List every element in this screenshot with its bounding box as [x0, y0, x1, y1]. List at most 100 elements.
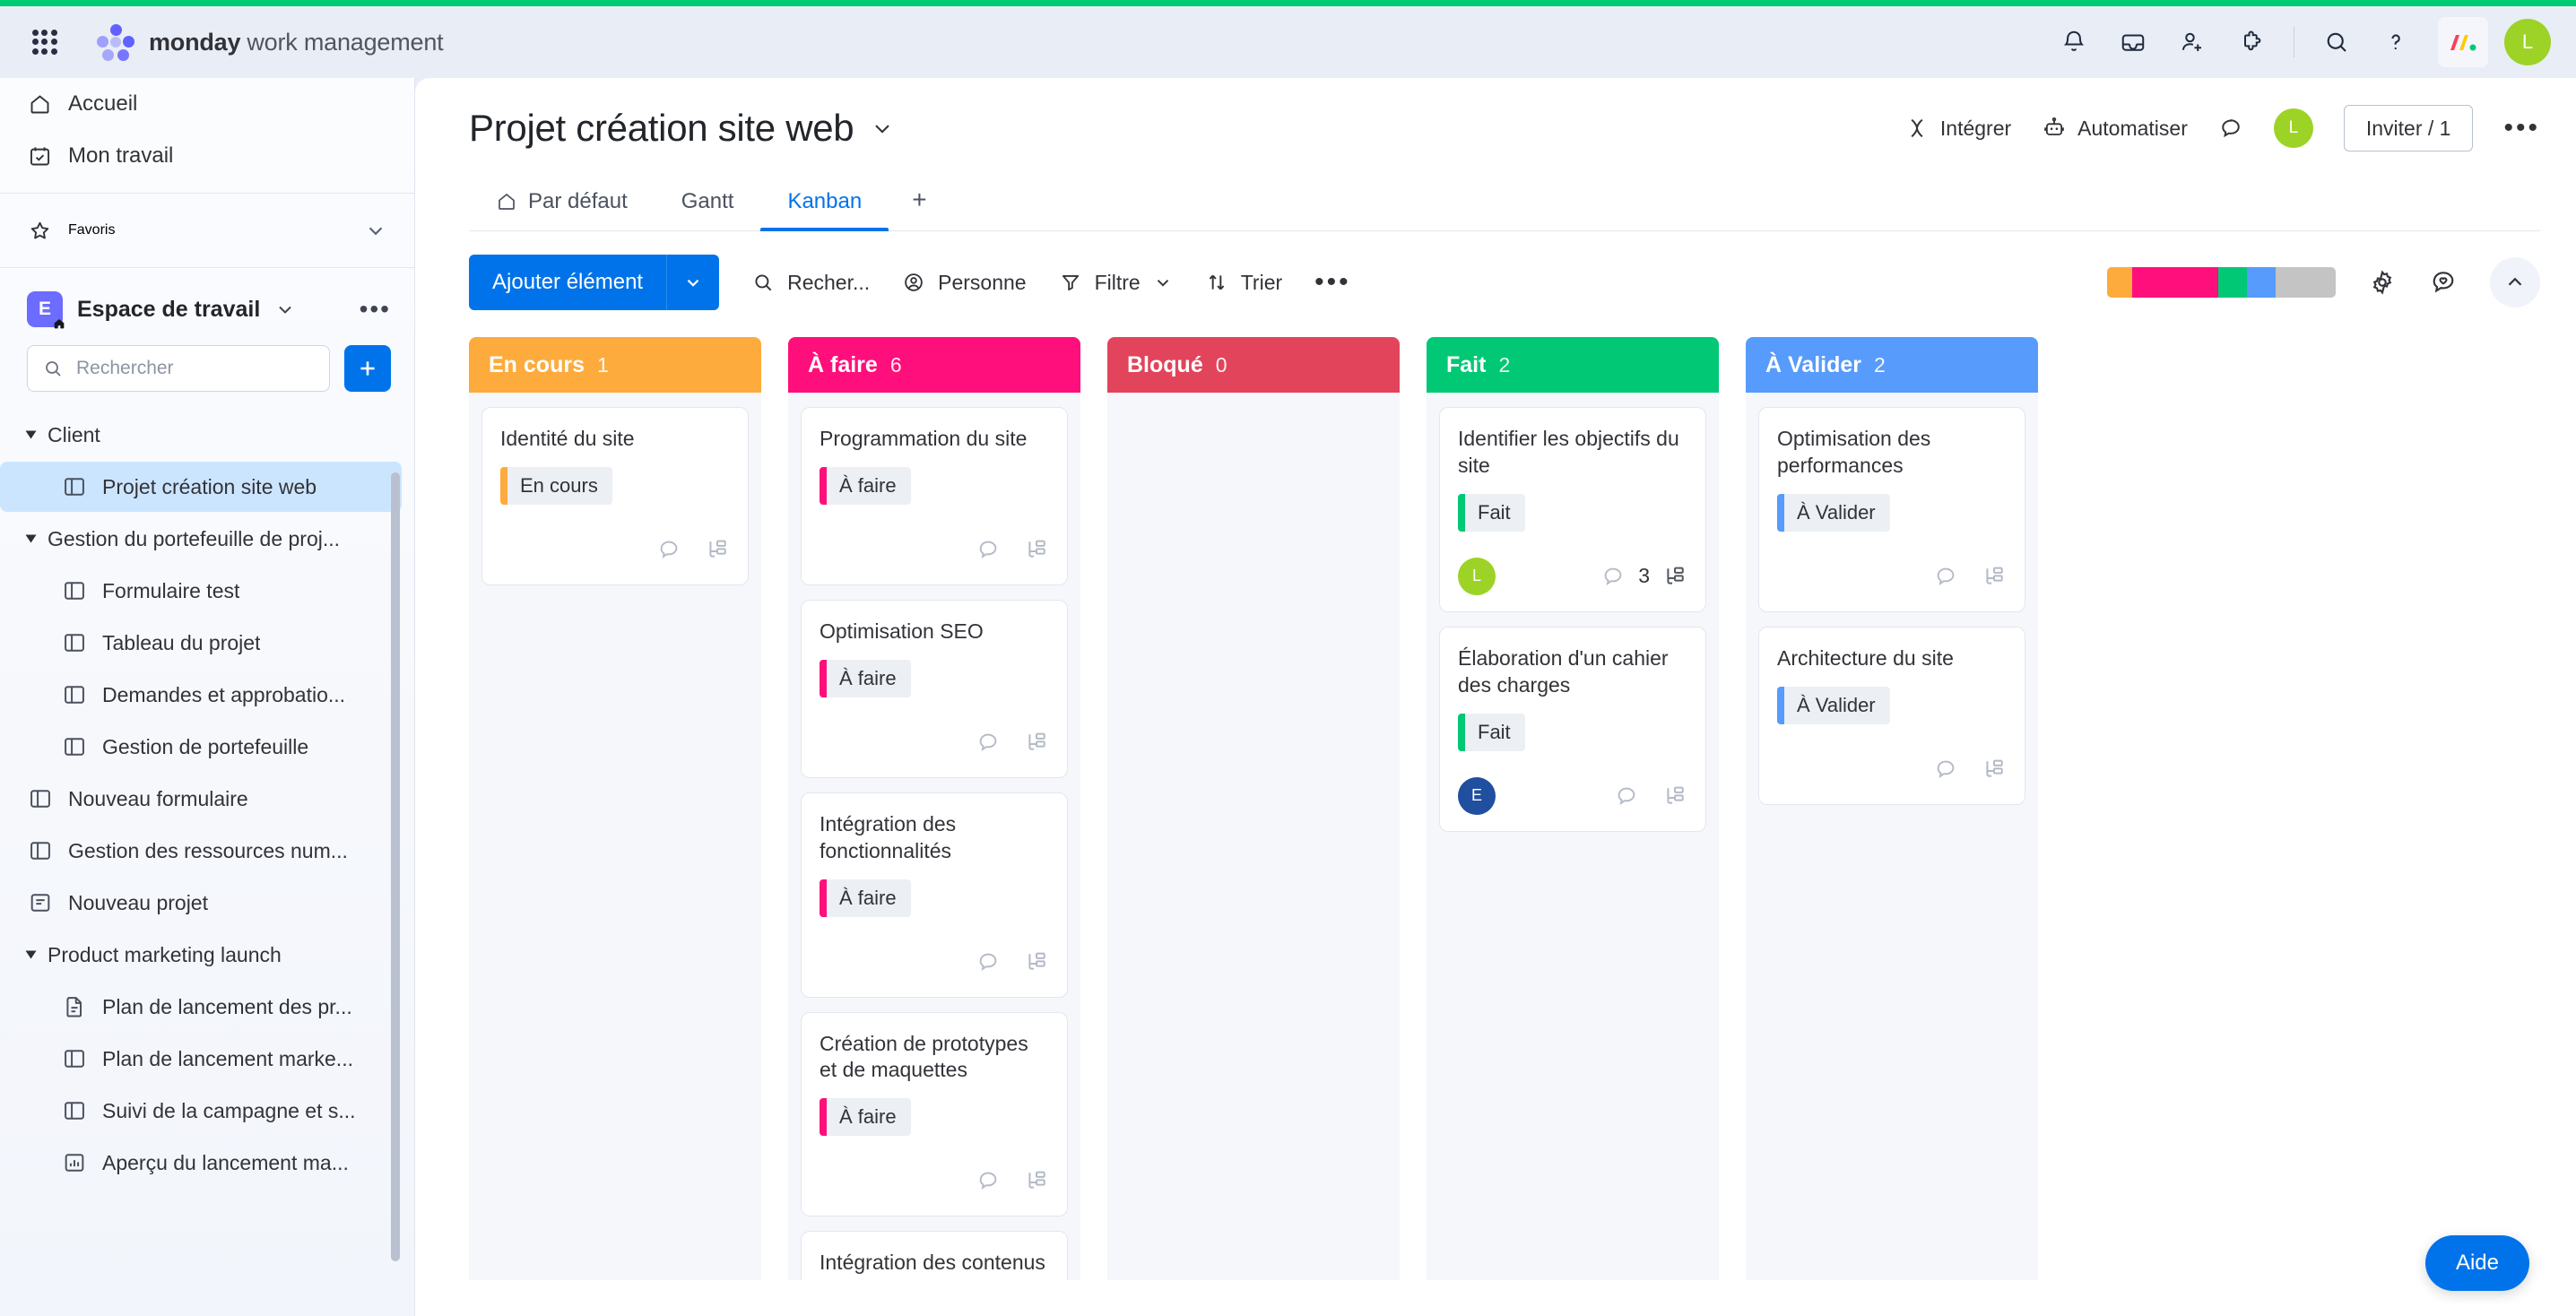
inbox-icon[interactable] — [2116, 25, 2150, 59]
tab-gantt[interactable]: Gantt — [655, 177, 761, 230]
status-badge[interactable]: À faire — [820, 1098, 911, 1137]
workspace-badge[interactable]: E — [27, 291, 65, 329]
sidebar-group-2[interactable]: Gestion du portefeuille de proj... — [0, 514, 414, 564]
apps-puzzle-icon[interactable] — [2234, 25, 2268, 59]
kanban-column-header[interactable]: À faire 6 — [788, 337, 1080, 393]
sidebar-scrollbar[interactable] — [391, 472, 400, 1261]
subitems-icon[interactable] — [1024, 949, 1049, 974]
kanban-column-header[interactable]: Bloqué 0 — [1107, 337, 1400, 393]
sidebar-item-board[interactable]: Tableau du projet — [0, 618, 402, 668]
toolbar-filter-button[interactable]: Filtre — [1059, 271, 1173, 295]
kanban-card[interactable]: Intégration des contenusÀ faire — [801, 1231, 1068, 1280]
help-icon[interactable] — [2379, 25, 2413, 59]
kanban-card[interactable]: Optimisation des performances À Valider — [1758, 407, 2025, 612]
chat-bubble-icon[interactable] — [976, 1168, 1001, 1193]
kanban-card[interactable]: Optimisation SEO À faire — [801, 599, 1068, 778]
tab-kanban[interactable]: Kanban — [760, 177, 889, 231]
subitems-icon[interactable] — [1024, 1168, 1049, 1193]
sidebar-item-board[interactable]: Gestion des ressources num... — [0, 826, 402, 876]
toolbar-sort-button[interactable]: Trier — [1205, 271, 1282, 295]
brand-logo[interactable]: monday work management — [95, 22, 444, 63]
apps-grid-icon[interactable] — [23, 21, 66, 64]
toolbar-more-button[interactable]: ••• — [1314, 269, 1351, 296]
board-more-button[interactable]: ••• — [2503, 115, 2540, 142]
avatar[interactable]: L — [1458, 557, 1496, 595]
subitems-icon[interactable] — [1982, 757, 2007, 782]
status-badge[interactable]: À faire — [820, 879, 911, 917]
status-badge[interactable]: Fait — [1458, 713, 1525, 751]
sidebar-group-10[interactable]: Product marketing launch — [0, 930, 414, 980]
sidebar-item-accueil[interactable]: Accueil — [0, 78, 414, 130]
avatar[interactable]: E — [1458, 776, 1496, 815]
kanban-column-header[interactable]: En cours 1 — [469, 337, 761, 393]
chat-bubble-icon[interactable] — [1600, 564, 1626, 589]
page-title[interactable]: Projet création site web — [469, 107, 854, 150]
kanban-card[interactable]: Élaboration d'un cahier des charges Fait E — [1439, 626, 1706, 832]
sidebar-item-board[interactable]: Plan de lancement des pr... — [0, 982, 402, 1032]
board-chat-button[interactable] — [2218, 116, 2243, 141]
search-input[interactable]: Rechercher — [27, 345, 330, 392]
subitems-icon[interactable] — [1024, 537, 1049, 562]
tab-par-d-faut[interactable]: Par défaut — [469, 177, 655, 230]
integrate-button[interactable]: Intégrer — [1904, 116, 2011, 141]
workspace-more-button[interactable]: ••• — [360, 297, 391, 322]
sidebar-item-mon-travail[interactable]: Mon travail — [0, 130, 414, 182]
feedback-heart-icon[interactable] — [2429, 268, 2458, 297]
sidebar-item-board[interactable]: Formulaire test — [0, 566, 402, 616]
kanban-column-header[interactable]: À Valider 2 — [1746, 337, 2038, 393]
sidebar-item-board[interactable]: Nouveau projet — [0, 878, 402, 928]
add-item-button[interactable]: Ajouter élément — [469, 255, 720, 310]
subitems-icon[interactable] — [1024, 730, 1049, 755]
chat-bubble-icon[interactable] — [656, 537, 681, 562]
avatar[interactable]: L — [2504, 19, 2551, 65]
chevron-down-icon[interactable] — [274, 299, 296, 320]
chat-bubble-icon[interactable] — [976, 537, 1001, 562]
toolbar-search-button[interactable]: Recher... — [751, 271, 870, 295]
search-icon[interactable] — [2320, 25, 2354, 59]
chat-bubble-icon[interactable] — [1933, 564, 1958, 589]
bell-icon[interactable] — [2057, 25, 2091, 59]
sidebar-item-favoris[interactable]: Favoris — [0, 204, 414, 256]
invite-member-icon[interactable] — [2175, 25, 2209, 59]
collapse-toolbar-button[interactable] — [2490, 257, 2540, 307]
chat-bubble-icon[interactable] — [976, 949, 1001, 974]
kanban-card[interactable]: Création de prototypes et de maquettes À … — [801, 1011, 1068, 1217]
toolbar-person-button[interactable]: Personne — [902, 271, 1027, 295]
gear-icon[interactable] — [2368, 268, 2397, 297]
help-button[interactable]: Aide — [2424, 1235, 2529, 1291]
sidebar-item-board[interactable]: Plan de lancement marke... — [0, 1034, 402, 1084]
sidebar-item-board[interactable]: Aperçu du lancement ma... — [0, 1138, 402, 1188]
sidebar-item-board[interactable]: Projet création site web — [0, 462, 402, 512]
kanban-card[interactable]: Intégration des fonctionnalités À faire — [801, 792, 1068, 998]
avatar[interactable]: L — [2273, 108, 2313, 148]
monday-product-switcher-icon[interactable] — [2438, 17, 2488, 67]
sidebar-item-board[interactable]: Suivi de la campagne et s... — [0, 1086, 402, 1136]
add-view-button[interactable]: + — [889, 173, 950, 230]
subitems-icon[interactable] — [1662, 784, 1687, 809]
chevron-down-icon[interactable] — [1153, 273, 1173, 292]
kanban-card[interactable]: Identité du site En cours — [481, 407, 749, 585]
kanban-card[interactable]: Identifier les objectifs du site Fait L 3 — [1439, 407, 1706, 612]
status-badge[interactable]: Fait — [1458, 493, 1525, 532]
status-badge[interactable]: En cours — [500, 466, 612, 505]
sidebar-item-board[interactable]: Gestion de portefeuille — [0, 722, 402, 772]
status-badge[interactable]: À faire — [820, 466, 911, 505]
add-board-button[interactable] — [344, 345, 391, 392]
subitems-icon[interactable] — [705, 537, 730, 562]
chevron-down-icon[interactable] — [870, 116, 895, 141]
kanban-card[interactable]: Architecture du site À Valider — [1758, 626, 2025, 805]
sidebar-item-board[interactable]: Nouveau formulaire — [0, 774, 402, 824]
kanban-card[interactable]: Programmation du site À faire — [801, 407, 1068, 585]
subitems-icon[interactable] — [1982, 564, 2007, 589]
chat-bubble-icon[interactable] — [1933, 757, 1958, 782]
status-badge[interactable]: À Valider — [1777, 493, 1890, 532]
subitems-icon[interactable] — [1662, 564, 1687, 589]
status-battery[interactable] — [2107, 267, 2336, 298]
status-badge[interactable]: À Valider — [1777, 686, 1890, 724]
automate-button[interactable]: Automatiser — [2042, 116, 2188, 141]
invite-button[interactable]: Inviter / 1 — [2343, 105, 2474, 152]
chat-bubble-icon[interactable] — [1614, 784, 1639, 809]
chevron-down-icon[interactable] — [667, 255, 720, 310]
chat-bubble-icon[interactable] — [976, 730, 1001, 755]
status-badge[interactable]: À faire — [820, 659, 911, 697]
